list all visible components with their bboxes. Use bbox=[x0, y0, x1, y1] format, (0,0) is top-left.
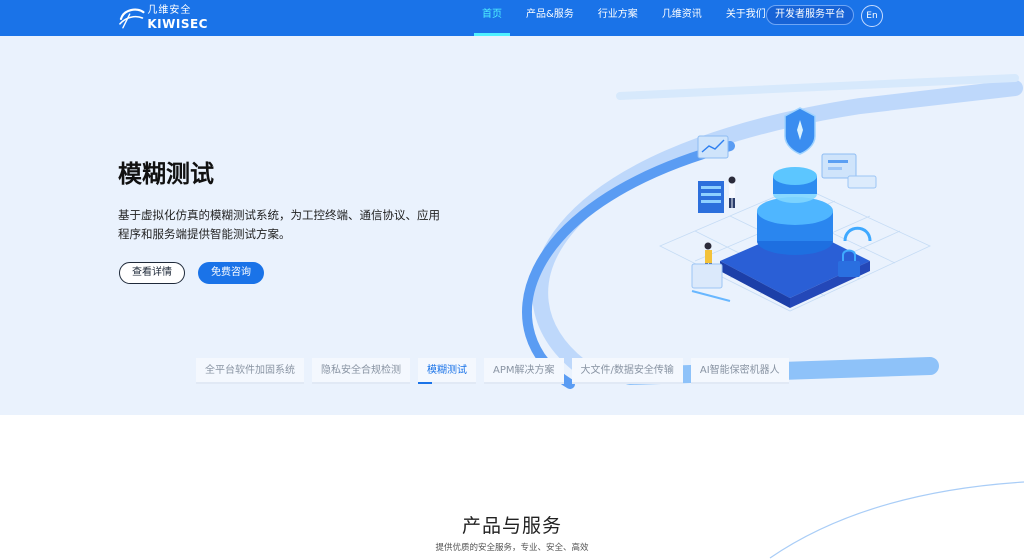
section-subtitle: 提供优质的安全服务，专业、安全、高效 bbox=[435, 543, 589, 553]
product-tabs: 全平台软件加固系统 隐私安全合规检测 模糊测试 APM解决方案 大文件/数据安全… bbox=[196, 358, 797, 384]
nav-home[interactable]: 首页 bbox=[470, 0, 514, 36]
top-navbar: 几维安全 KIWISEC 首页 产品&服务 行业方案 几维资讯 关于我们 开发者… bbox=[0, 0, 1024, 36]
nav-products[interactable]: 产品&服务 bbox=[514, 0, 586, 36]
tab-software-hardening[interactable]: 全平台软件加固系统 bbox=[196, 358, 304, 384]
hero-description: 基于虚拟化仿真的模糊测试系统，为工控终端、通信协议、应用程序和服务端提供智能测试… bbox=[118, 208, 440, 241]
tab-ai-robot[interactable]: AI智能保密机器人 bbox=[690, 358, 789, 384]
nav-news[interactable]: 几维资讯 bbox=[650, 0, 714, 36]
free-consult-button[interactable]: 免费咨询 bbox=[198, 262, 264, 284]
tab-apm-solution[interactable]: APM解决方案 bbox=[484, 358, 564, 384]
logo-cn-text: 几维安全 bbox=[147, 5, 192, 16]
hero-banner: 模糊测试 基于虚拟化仿真的模糊测试系统，为工控终端、通信协议、应用程序和服务端提… bbox=[0, 36, 1024, 415]
nav-solutions[interactable]: 行业方案 bbox=[586, 0, 650, 36]
developer-platform-button[interactable]: 开发者服务平台 bbox=[766, 5, 854, 25]
section-title: 产品与服务 bbox=[461, 515, 562, 537]
hero-title: 模糊测试 bbox=[118, 160, 214, 188]
language-toggle-button[interactable]: En bbox=[861, 5, 883, 27]
view-details-button[interactable]: 查看详情 bbox=[119, 262, 185, 284]
main-menu: 首页 产品&服务 行业方案 几维资讯 关于我们 bbox=[470, 0, 778, 36]
logo-swoosh-icon bbox=[119, 8, 145, 29]
kiwisec-logo[interactable]: 几维安全 KIWISEC bbox=[118, 3, 208, 33]
tab-privacy-compliance[interactable]: 隐私安全合规检测 bbox=[312, 358, 410, 384]
tab-large-file-transfer[interactable]: 大文件/数据安全传输 bbox=[571, 358, 683, 384]
tab-fuzz-testing[interactable]: 模糊测试 bbox=[418, 358, 476, 384]
logo-en-text: KIWISEC bbox=[147, 17, 208, 31]
